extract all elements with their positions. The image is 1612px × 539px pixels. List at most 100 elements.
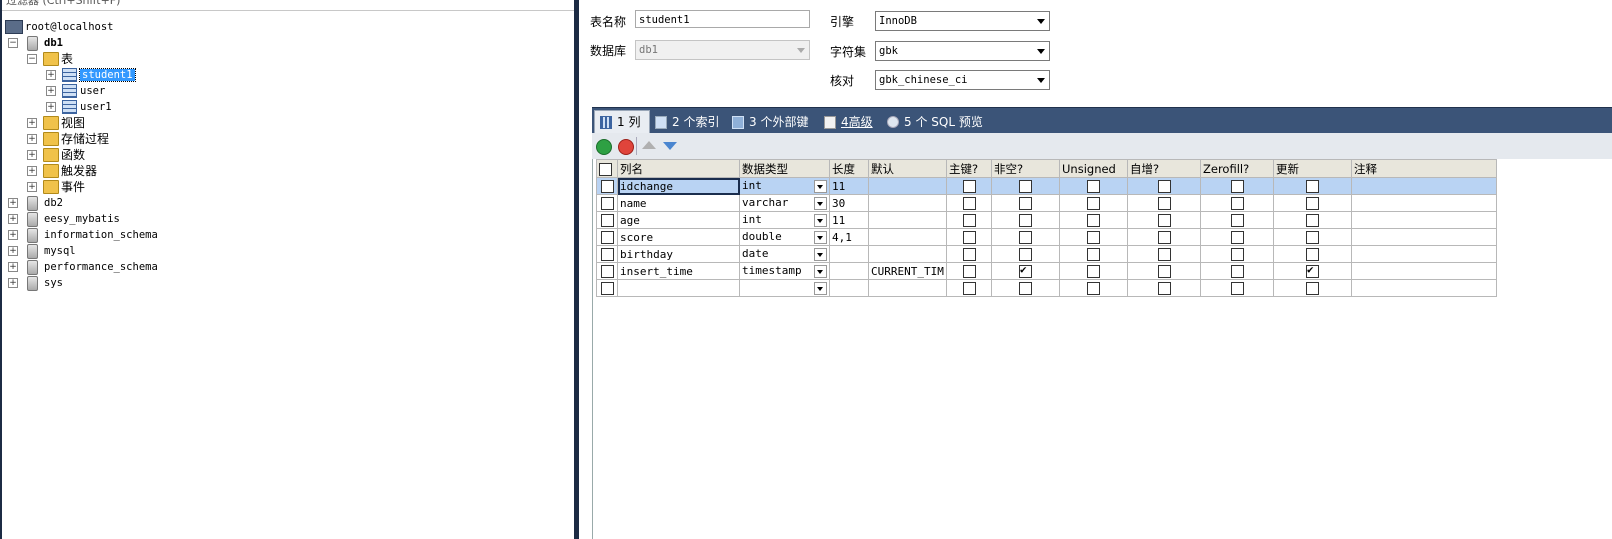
cell-update-checkbox[interactable]	[1273, 211, 1352, 229]
grid-row[interactable]	[596, 279, 1497, 297]
expand-icon[interactable]: +	[8, 246, 18, 256]
cell-auto-increment-checkbox[interactable]	[1127, 262, 1201, 280]
cell-auto-increment-checkbox[interactable]	[1127, 194, 1201, 212]
charset-select[interactable]: gbk	[875, 41, 1050, 61]
cell-comment[interactable]	[1351, 211, 1497, 229]
tree-node-table[interactable]: + student1	[46, 67, 136, 83]
header-primary-key[interactable]: 主键?	[946, 159, 992, 178]
cell-data-type[interactable]: date	[739, 245, 830, 263]
cell-column-name[interactable]: insert_time	[617, 262, 740, 280]
grid-row[interactable]: age int 11	[596, 211, 1497, 229]
tab-indexes[interactable]: 2 个索引	[650, 111, 727, 133]
header-length[interactable]: 长度	[829, 159, 869, 178]
cell-column-name[interactable]: name	[617, 194, 740, 212]
cell-auto-increment-checkbox[interactable]	[1127, 228, 1201, 246]
cell-zerofill-checkbox[interactable]	[1200, 262, 1274, 280]
row-select-checkbox[interactable]	[596, 194, 618, 212]
cell-column-name[interactable]: idchange	[617, 177, 740, 195]
header-update[interactable]: 更新	[1273, 159, 1352, 178]
cell-default[interactable]	[868, 228, 947, 246]
expand-icon[interactable]: +	[8, 230, 18, 240]
cell-length[interactable]	[829, 279, 869, 297]
cell-length[interactable]: 4,1	[829, 228, 869, 246]
cell-not-null-checkbox[interactable]	[991, 211, 1060, 229]
cell-update-checkbox[interactable]	[1273, 228, 1352, 246]
cell-not-null-checkbox[interactable]	[991, 177, 1060, 195]
header-data-type[interactable]: 数据类型	[739, 159, 830, 178]
cell-primary-key-checkbox[interactable]	[946, 245, 992, 263]
cell-default[interactable]	[868, 211, 947, 229]
cell-comment[interactable]	[1351, 194, 1497, 212]
row-select-checkbox[interactable]	[596, 245, 618, 263]
header-default[interactable]: 默认	[868, 159, 947, 178]
expand-icon[interactable]: +	[8, 262, 18, 272]
cell-zerofill-checkbox[interactable]	[1200, 211, 1274, 229]
header-auto-increment[interactable]: 自增?	[1127, 159, 1201, 178]
select-all-checkbox[interactable]	[596, 159, 618, 178]
cell-data-type[interactable]: timestamp	[739, 262, 830, 280]
expand-icon[interactable]: +	[46, 86, 56, 96]
expand-icon[interactable]: +	[27, 118, 37, 128]
cell-not-null-checkbox[interactable]	[991, 262, 1060, 280]
cell-zerofill-checkbox[interactable]	[1200, 177, 1274, 195]
collapse-icon[interactable]: −	[27, 54, 37, 64]
expand-icon[interactable]: +	[27, 134, 37, 144]
collation-select[interactable]: gbk_chinese_ci	[875, 70, 1050, 90]
cell-unsigned-checkbox[interactable]	[1059, 262, 1128, 280]
tree-node-db[interactable]: + eesy_mybatis	[8, 211, 120, 227]
tree-node-db[interactable]: + sys	[8, 275, 63, 291]
tree-node-folder[interactable]: − 表	[27, 51, 73, 67]
cell-primary-key-checkbox[interactable]	[946, 194, 992, 212]
expand-icon[interactable]: +	[8, 278, 18, 288]
cell-default[interactable]	[868, 177, 947, 195]
row-select-checkbox[interactable]	[596, 177, 618, 195]
cell-data-type[interactable]: varchar	[739, 194, 830, 212]
filter-input[interactable]: 过滤器 (Ctrl+Shift+F)	[0, 0, 574, 11]
cell-update-checkbox[interactable]	[1273, 279, 1352, 297]
tab-columns[interactable]: 1 列	[594, 110, 650, 133]
collapse-icon[interactable]: −	[8, 38, 18, 48]
cell-not-null-checkbox[interactable]	[991, 279, 1060, 297]
cell-update-checkbox[interactable]	[1273, 262, 1352, 280]
cell-unsigned-checkbox[interactable]	[1059, 211, 1128, 229]
cell-column-name[interactable]: score	[617, 228, 740, 246]
cell-default[interactable]	[868, 194, 947, 212]
row-select-checkbox[interactable]	[596, 228, 618, 246]
cell-unsigned-checkbox[interactable]	[1059, 228, 1128, 246]
tree-node-db[interactable]: − db1	[8, 35, 63, 51]
cell-update-checkbox[interactable]	[1273, 245, 1352, 263]
expand-icon[interactable]: +	[46, 102, 56, 112]
cell-unsigned-checkbox[interactable]	[1059, 177, 1128, 195]
header-unsigned[interactable]: Unsigned	[1059, 159, 1128, 178]
move-up-icon[interactable]	[642, 141, 656, 149]
cell-unsigned-checkbox[interactable]	[1059, 245, 1128, 263]
cell-column-name[interactable]: birthday	[617, 245, 740, 263]
tree-node-db[interactable]: + db2	[8, 195, 63, 211]
table-name-input[interactable]: student1	[635, 10, 810, 28]
cell-auto-increment-checkbox[interactable]	[1127, 245, 1201, 263]
expand-icon[interactable]: +	[46, 70, 56, 80]
cell-data-type[interactable]: int	[739, 211, 830, 229]
cell-zerofill-checkbox[interactable]	[1200, 279, 1274, 297]
cell-comment[interactable]	[1351, 228, 1497, 246]
chevron-down-icon[interactable]	[814, 180, 827, 193]
cell-length[interactable]	[829, 262, 869, 280]
tab-foreign-keys[interactable]: 3 个外部键	[727, 111, 816, 133]
cell-primary-key-checkbox[interactable]	[946, 211, 992, 229]
cell-auto-increment-checkbox[interactable]	[1127, 177, 1201, 195]
grid-row[interactable]: score double 4,1	[596, 228, 1497, 246]
tree-node-db[interactable]: + information_schema	[8, 227, 158, 243]
cell-data-type[interactable]: double	[739, 228, 830, 246]
tree-node-db[interactable]: + mysql	[8, 243, 76, 259]
tree-node-table[interactable]: + user1	[46, 99, 112, 115]
cell-comment[interactable]	[1351, 262, 1497, 280]
grid-row[interactable]: insert_time timestamp CURRENT_TIM	[596, 262, 1497, 280]
tree-node-folder[interactable]: + 触发器	[27, 163, 97, 179]
expand-icon[interactable]: +	[27, 182, 37, 192]
grid-row[interactable]: birthday date	[596, 245, 1497, 263]
cell-zerofill-checkbox[interactable]	[1200, 228, 1274, 246]
header-comment[interactable]: 注释	[1351, 159, 1497, 178]
tab-advanced[interactable]: 4高级	[819, 111, 881, 133]
cell-auto-increment-checkbox[interactable]	[1127, 279, 1201, 297]
chevron-down-icon[interactable]	[814, 248, 827, 261]
